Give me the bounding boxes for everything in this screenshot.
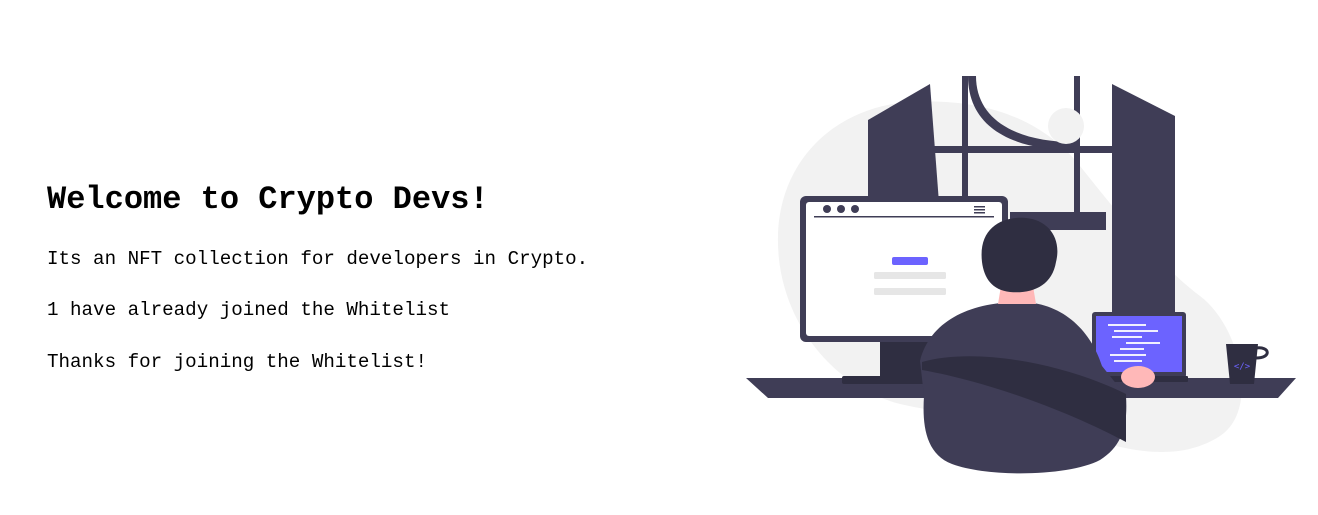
- browser-dot-1: [823, 205, 831, 213]
- page-title: Welcome to Crypto Devs!: [47, 181, 489, 218]
- screen-text-line-1: [874, 272, 946, 279]
- whitelist-count-text: 1 have already joined the Whitelist: [47, 298, 450, 322]
- window-bar-vertical-right: [1074, 76, 1080, 226]
- browser-dot-2: [837, 205, 845, 213]
- hero-text: Welcome to Crypto Devs! Its an NFT colle…: [47, 178, 687, 373]
- browser-dot-3: [851, 205, 859, 213]
- whitelist-count: 1: [47, 299, 59, 321]
- collection-description: Its an NFT collection for developers in …: [47, 248, 589, 270]
- screen-accent-bar: [892, 257, 928, 265]
- screen-text-line-2: [874, 288, 946, 295]
- person-hair: [981, 217, 1058, 293]
- mug-handle: [1255, 346, 1269, 360]
- browser-divider: [814, 216, 994, 218]
- code-brackets-icon: </>: [1234, 362, 1251, 372]
- developer-at-desk-illustration: </>: [746, 76, 1296, 474]
- person-hand: [1121, 366, 1155, 388]
- window-bar-top: [930, 146, 1112, 153]
- browser-menu-line-2: [974, 209, 985, 211]
- whitelist-count-label: have already joined the Whitelist: [58, 299, 451, 321]
- whitelist-status-message: Thanks for joining the Whitelist!: [47, 351, 427, 373]
- browser-menu-line-3: [974, 212, 985, 214]
- wall-pillar-right: [1112, 84, 1175, 326]
- browser-menu-line-1: [974, 206, 985, 208]
- window-circle: [1048, 108, 1084, 144]
